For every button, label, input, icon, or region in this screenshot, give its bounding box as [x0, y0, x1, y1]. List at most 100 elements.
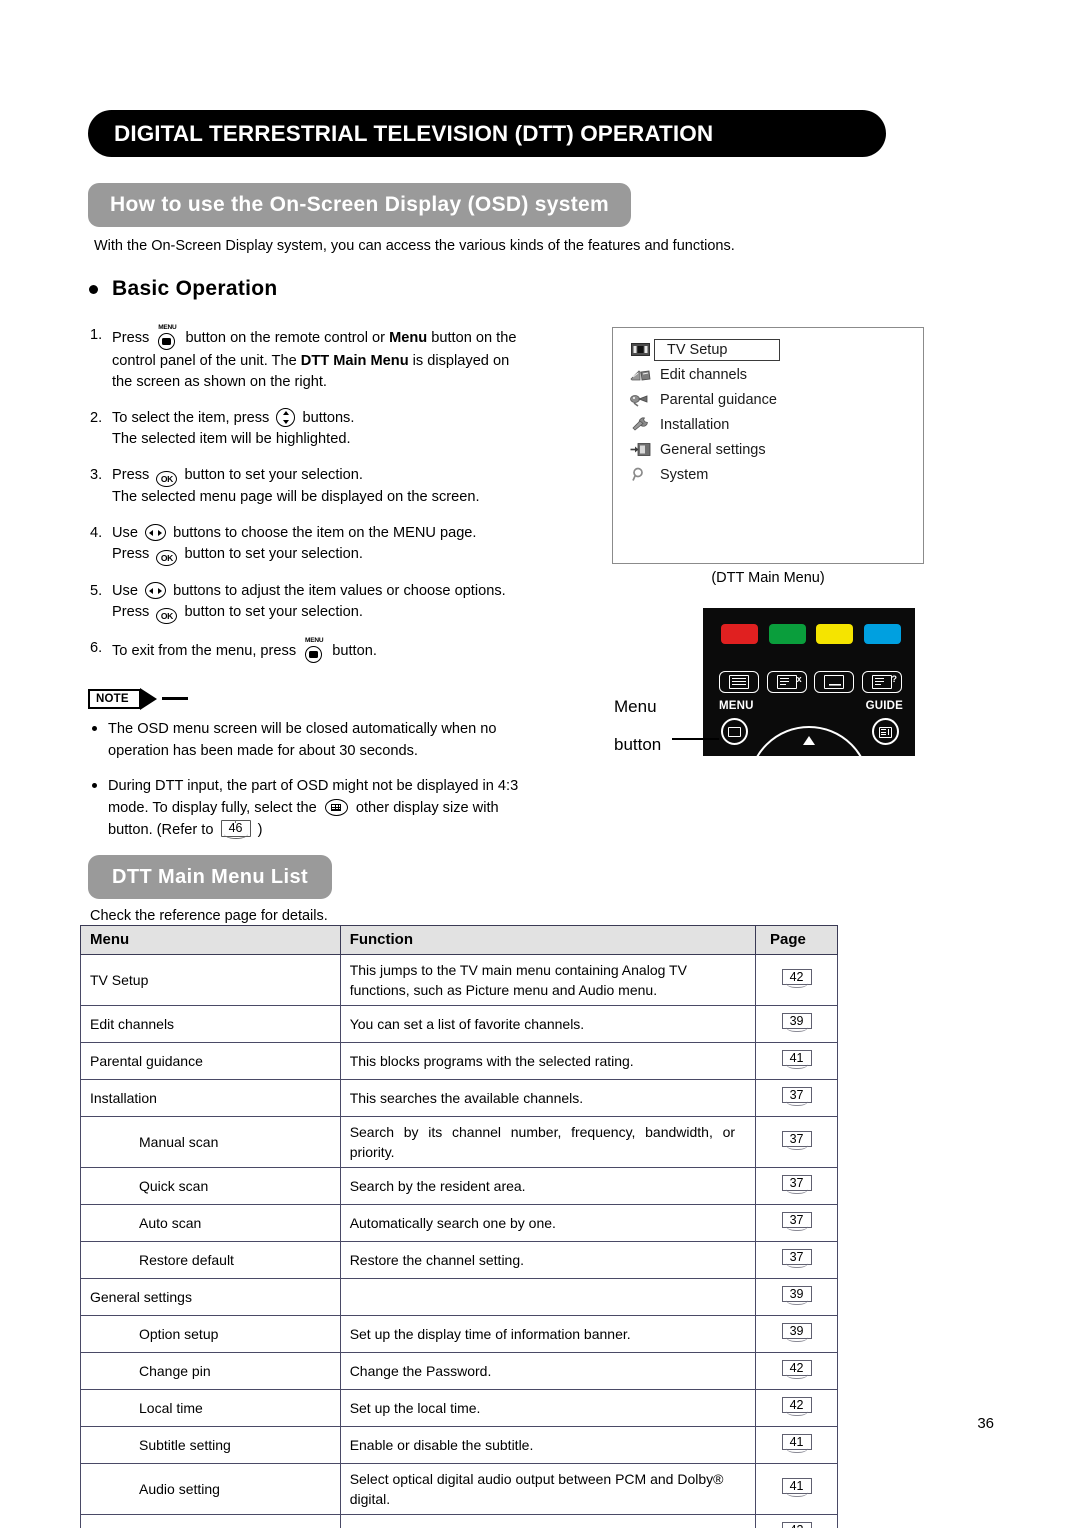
note-badge: NOTE [88, 688, 188, 710]
osd-item-system[interactable]: System [627, 462, 923, 487]
green-button[interactable] [768, 624, 806, 644]
table-row: Quick scan Search by the resident area. … [80, 1167, 838, 1205]
cell-menu: Quick scan [80, 1167, 341, 1205]
question-icon: ? [891, 674, 897, 684]
step-6: 6. To exit from the menu, press MENU but… [90, 637, 590, 664]
step-5: 5. Use buttons to adjust the item values… [90, 581, 590, 624]
osd-item-general-settings[interactable]: General settings [627, 437, 923, 462]
text-button[interactable] [719, 671, 759, 693]
step-5-line2-b: button to set your selection. [184, 604, 363, 620]
table-row: Audio setting Select optical digital aud… [80, 1463, 838, 1515]
cell-menu: Audio setting [80, 1463, 341, 1515]
notes-list: The OSD menu screen will be closed autom… [90, 718, 610, 854]
page-reference-number: 46 [228, 821, 243, 835]
page-reference-icon: 39 [781, 1011, 812, 1032]
cell-function: Search by the resident area. [339, 1167, 757, 1205]
cell-page: 39 [755, 1278, 838, 1316]
menu-callout-line2: button [614, 735, 662, 754]
cell-page: 42 [755, 954, 838, 1006]
cell-page: 41 [755, 1042, 838, 1080]
menu-key-circle [158, 333, 176, 350]
page-reference-number: 39 [789, 1324, 804, 1338]
menu-key-icon: MENU [156, 324, 178, 351]
page-reference-number: 39 [789, 1287, 804, 1301]
note-2-line2-a: mode. To display fully, select the [108, 800, 317, 816]
magnifier-icon [627, 467, 654, 482]
osd-item-label: Edit channels [660, 366, 748, 383]
ok-key-icon: OK [156, 471, 178, 487]
page-reference-icon: 41 [781, 1048, 812, 1069]
table-row: Installation This searches the available… [80, 1079, 838, 1117]
display-size-key-icon [324, 799, 348, 816]
cell-function: Restore the channel setting. [339, 1241, 757, 1279]
page-reference-icon: 39 [781, 1321, 812, 1342]
blue-button[interactable] [863, 624, 901, 644]
page-reference-number: 37 [789, 1213, 804, 1227]
cell-menu: System [80, 1514, 341, 1528]
cell-page: 41 [755, 1426, 838, 1464]
page-number: 36 [977, 1415, 994, 1432]
cell-menu: Subtitle setting [80, 1426, 341, 1464]
chapter-title-bar: DIGITAL TERRESTRIAL TELEVISION (DTT) OPE… [88, 110, 886, 157]
note-arrow-icon [139, 688, 157, 710]
page-reference-number: 42 [782, 1522, 812, 1528]
cell-page: 42 [755, 1514, 838, 1528]
subtitle-button[interactable] [814, 671, 855, 693]
step-1-text-bold: Menu [389, 329, 428, 346]
dtt-menu-table: Menu Function Page TV Setup This jumps t… [80, 925, 838, 1528]
osd-item-edit-channels[interactable]: Edit channels [627, 362, 923, 387]
yellow-button[interactable] [816, 624, 854, 644]
cell-menu: TV Setup [80, 954, 341, 1006]
note-2-line3-b: ) [257, 822, 263, 838]
osd-item-tv-setup[interactable]: TV Setup [627, 337, 923, 362]
note-label: NOTE [88, 689, 141, 709]
step-2-text-a: To select the item, press [112, 410, 270, 426]
text-reveal-button[interactable]: ? [861, 671, 902, 693]
bullet-icon [89, 284, 98, 294]
step-1: 1. Press MENU button on the remote contr… [90, 324, 590, 393]
cell-function: Search by its channel number, frequency,… [339, 1116, 757, 1168]
manual-page: DIGITAL TERRESTRIAL TELEVISION (DTT) OPE… [0, 0, 1080, 1528]
step-3-number: 3. [90, 467, 103, 483]
step-4: 4. Use buttons to choose the item on the… [90, 523, 590, 566]
step-1-line3: the screen as shown on the right. [112, 374, 327, 390]
osd-item-label: Parental guidance [660, 391, 777, 408]
step-6-text-b: button. [332, 642, 377, 659]
cell-menu: Edit channels [80, 1005, 341, 1043]
ok-key-icon: OK [156, 608, 178, 624]
bullet-icon [92, 783, 97, 788]
text-cancel-button[interactable]: x [766, 671, 807, 693]
note-1-line1: The OSD menu screen will be closed autom… [108, 721, 497, 737]
table-row: Subtitle setting Enable or disable the s… [80, 1426, 838, 1464]
cell-page: 39 [755, 1005, 838, 1043]
step-3: 3. Press OK button to set your selection… [90, 465, 590, 508]
note-arrow-stem [162, 697, 188, 700]
page-reference-icon: 37 [781, 1129, 812, 1150]
table-row: Local time Set up the local time. 42 [80, 1389, 838, 1427]
osd-item-parental-guidance[interactable]: Parental guidance [627, 387, 923, 412]
function-buttons-row: x ? [719, 671, 902, 693]
left-right-key-icon [145, 582, 167, 599]
basic-operation-label: Basic Operation [112, 277, 278, 300]
red-button[interactable] [721, 624, 758, 644]
osd-item-label: General settings [660, 441, 766, 458]
remote-control-illustration: x ? MENU GUIDE [703, 608, 915, 756]
cell-menu: Change pin [80, 1352, 341, 1390]
section-intro: With the On-Screen Display system, you c… [94, 238, 735, 254]
cell-menu: Local time [80, 1389, 341, 1427]
remote-menu-button[interactable] [721, 718, 748, 745]
cell-page: 42 [755, 1352, 838, 1390]
osd-item-installation[interactable]: Installation [627, 412, 923, 437]
table-row: Option setup Set up the display time of … [80, 1315, 838, 1353]
menu-key-circle [305, 646, 323, 663]
cell-function: Select optical digital audio output betw… [339, 1463, 757, 1515]
step-3-text-a: Press [112, 467, 150, 483]
table-row: Manual scan Search by its channel number… [80, 1116, 838, 1168]
remote-guide-button[interactable] [872, 718, 899, 745]
text-icon [729, 675, 749, 689]
cell-page: 39 [755, 1315, 838, 1353]
bullet-icon [92, 726, 97, 731]
page-reference-number: 37 [789, 1088, 804, 1102]
step-1-line2-a: control panel of the unit. The [112, 353, 297, 369]
remote-dpad[interactable] [748, 726, 870, 756]
